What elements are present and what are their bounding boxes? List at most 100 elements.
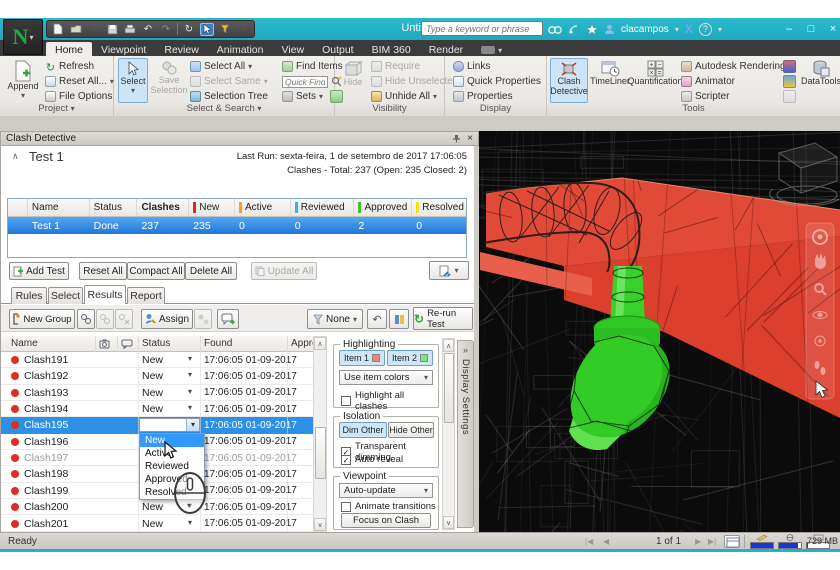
- status-caret-icon[interactable]: ▾: [188, 370, 192, 379]
- add-comment-button[interactable]: [217, 309, 239, 329]
- collapse-test-icon[interactable]: ∧: [12, 151, 19, 162]
- highlight-all-checkbox[interactable]: Highlight all clashes: [341, 390, 438, 412]
- select-same-button[interactable]: Select Same▾: [190, 75, 268, 88]
- undo-icon[interactable]: ↶: [141, 23, 155, 36]
- pin-icon[interactable]: [452, 134, 461, 143]
- clash-row-clash195[interactable]: Clash195▾17:06:05 01-09-2017: [1, 417, 313, 433]
- col-status[interactable]: Status: [142, 338, 170, 349]
- new-file-icon[interactable]: [51, 23, 65, 36]
- explode-group-button[interactable]: [115, 309, 133, 329]
- search-binoculars-icon[interactable]: [548, 21, 562, 37]
- settings-scroll-up-icon[interactable]: ∧: [443, 339, 454, 352]
- group-selected-button[interactable]: [77, 309, 95, 329]
- select-button[interactable]: Select▾: [118, 58, 148, 103]
- append-button[interactable]: Append▾: [4, 58, 42, 102]
- properties-button[interactable]: Properties: [453, 90, 513, 103]
- focus-on-clash-button[interactable]: Focus on Clash: [341, 513, 431, 528]
- hide-other-button[interactable]: Hide Other: [388, 422, 434, 438]
- group-label-tools[interactable]: Tools: [547, 103, 840, 116]
- header-resolved[interactable]: Resolved: [412, 199, 466, 216]
- header-clashes[interactable]: Clashes: [137, 199, 189, 216]
- help-caret-icon[interactable]: ▾: [718, 21, 722, 37]
- clash-row-clash200[interactable]: Clash200New▾17:06:05 01-09-2017: [1, 499, 313, 515]
- links-button[interactable]: Links: [453, 60, 490, 73]
- settings-scroll-down-icon[interactable]: ∨: [443, 516, 454, 529]
- prev-sheet-icon[interactable]: ◀: [603, 537, 609, 546]
- delete-all-button[interactable]: Delete All: [185, 262, 237, 280]
- clash-row-clash192[interactable]: Clash192New▾17:06:05 01-09-2017: [1, 368, 313, 384]
- communication-center-icon[interactable]: [568, 21, 580, 37]
- search-input[interactable]: [421, 21, 543, 36]
- viewpoint-camera-icon[interactable]: [99, 339, 112, 349]
- filter-select[interactable]: None▾: [307, 309, 363, 329]
- status-caret-icon[interactable]: ▾: [188, 403, 192, 412]
- close-button[interactable]: ×: [822, 21, 840, 37]
- group-label-display[interactable]: Display: [445, 103, 546, 116]
- undo-status-button[interactable]: ↶: [367, 309, 387, 329]
- remove-from-group-button[interactable]: [96, 309, 114, 329]
- selection-tree-button[interactable]: Selection Tree: [190, 90, 268, 103]
- last-sheet-icon[interactable]: ▶|: [708, 537, 716, 546]
- help-icon[interactable]: ?: [699, 23, 712, 36]
- minimize-button[interactable]: –: [778, 21, 800, 37]
- dim-other-button[interactable]: Dim Other: [339, 422, 387, 438]
- tab-report[interactable]: Report: [127, 287, 165, 304]
- clash-row-clash201[interactable]: Clash201New▾17:06:05 01-09-2017: [1, 516, 313, 532]
- datatools-button[interactable]: DataTools: [803, 58, 839, 103]
- hide-button[interactable]: Hide: [339, 58, 367, 103]
- group-label-select-search[interactable]: Select & Search ▾: [114, 103, 334, 116]
- require-button[interactable]: Require: [371, 60, 420, 73]
- clash-detective-titlebar[interactable]: Clash Detective ×: [0, 131, 479, 146]
- header-reviewed[interactable]: Reviewed: [291, 199, 355, 216]
- select-all-button[interactable]: Select All▾: [190, 60, 252, 73]
- test-row-test1[interactable]: Test 1 Done 237 235 0 0 2 0: [8, 217, 466, 234]
- header-active[interactable]: Active: [235, 199, 291, 216]
- status-caret-icon[interactable]: ▾: [188, 387, 192, 396]
- col-found[interactable]: Found: [204, 338, 232, 349]
- header-new[interactable]: New: [189, 199, 235, 216]
- add-test-button[interactable]: Add Test: [9, 262, 69, 280]
- quick-properties-button[interactable]: Quick Properties: [453, 75, 541, 88]
- quick-find-input[interactable]: [282, 76, 328, 88]
- update-all-button[interactable]: Update All: [251, 262, 317, 280]
- selection-filter-icon[interactable]: [218, 23, 232, 36]
- save-selection-button[interactable]: Save Selection: [151, 58, 187, 103]
- clash-detective-button[interactable]: Clash Detective: [550, 58, 588, 103]
- reset-all-button[interactable]: Reset All...▾: [45, 75, 114, 88]
- appearance-profiler-button[interactable]: [783, 60, 796, 73]
- favorites-star-icon[interactable]: [586, 21, 598, 37]
- select-tool-icon[interactable]: [200, 23, 214, 36]
- batch-utility-button[interactable]: [783, 75, 796, 88]
- tab-rules[interactable]: Rules: [11, 287, 47, 304]
- auto-update-select[interactable]: Auto-update▾: [339, 483, 433, 498]
- scroll-up-icon[interactable]: ∧: [314, 337, 326, 350]
- compare-button[interactable]: [783, 90, 796, 103]
- app-logo[interactable]: N ▾: [3, 19, 43, 55]
- scripter-button[interactable]: Scripter: [681, 90, 729, 103]
- clash-row-clash191[interactable]: Clash191New▾17:06:05 01-09-2017: [1, 352, 313, 368]
- group-label-project[interactable]: Project ▾: [0, 103, 113, 116]
- display-settings-tab[interactable]: » Display Settings: [457, 340, 474, 528]
- timeliner-button[interactable]: TimeLiner: [590, 58, 630, 103]
- col-name[interactable]: Name: [11, 338, 38, 349]
- redo-icon[interactable]: ↷: [159, 23, 173, 36]
- panel-close-icon[interactable]: ×: [467, 133, 473, 144]
- unhide-all-button[interactable]: Unhide All▾: [371, 90, 437, 103]
- clash-row-clash193[interactable]: Clash193New▾17:06:05 01-09-2017: [1, 385, 313, 401]
- settings-scrollbar[interactable]: ∧ ∨: [442, 338, 455, 530]
- header-status[interactable]: Status: [90, 199, 138, 216]
- item1-button[interactable]: Item 1: [339, 350, 385, 366]
- group-label-visibility[interactable]: Visibility: [335, 103, 444, 116]
- reset-all-tests-button[interactable]: Reset All: [79, 262, 127, 280]
- status-caret-icon[interactable]: ▾: [188, 354, 192, 363]
- item2-button[interactable]: Item 2: [387, 350, 433, 366]
- sets-button[interactable]: Sets▾: [282, 90, 343, 103]
- signed-in-user[interactable]: clacampos: [621, 24, 669, 35]
- clash-row-clash194[interactable]: Clash194New▾17:06:05 01-09-2017: [1, 401, 313, 417]
- file-options-button[interactable]: File Options: [45, 90, 112, 103]
- open-file-icon[interactable]: [69, 23, 83, 36]
- sheet-browser-button[interactable]: [724, 535, 740, 548]
- next-sheet-icon[interactable]: ▶: [695, 537, 701, 546]
- header-approved[interactable]: Approved: [354, 199, 412, 216]
- tab-results[interactable]: Results: [84, 285, 126, 304]
